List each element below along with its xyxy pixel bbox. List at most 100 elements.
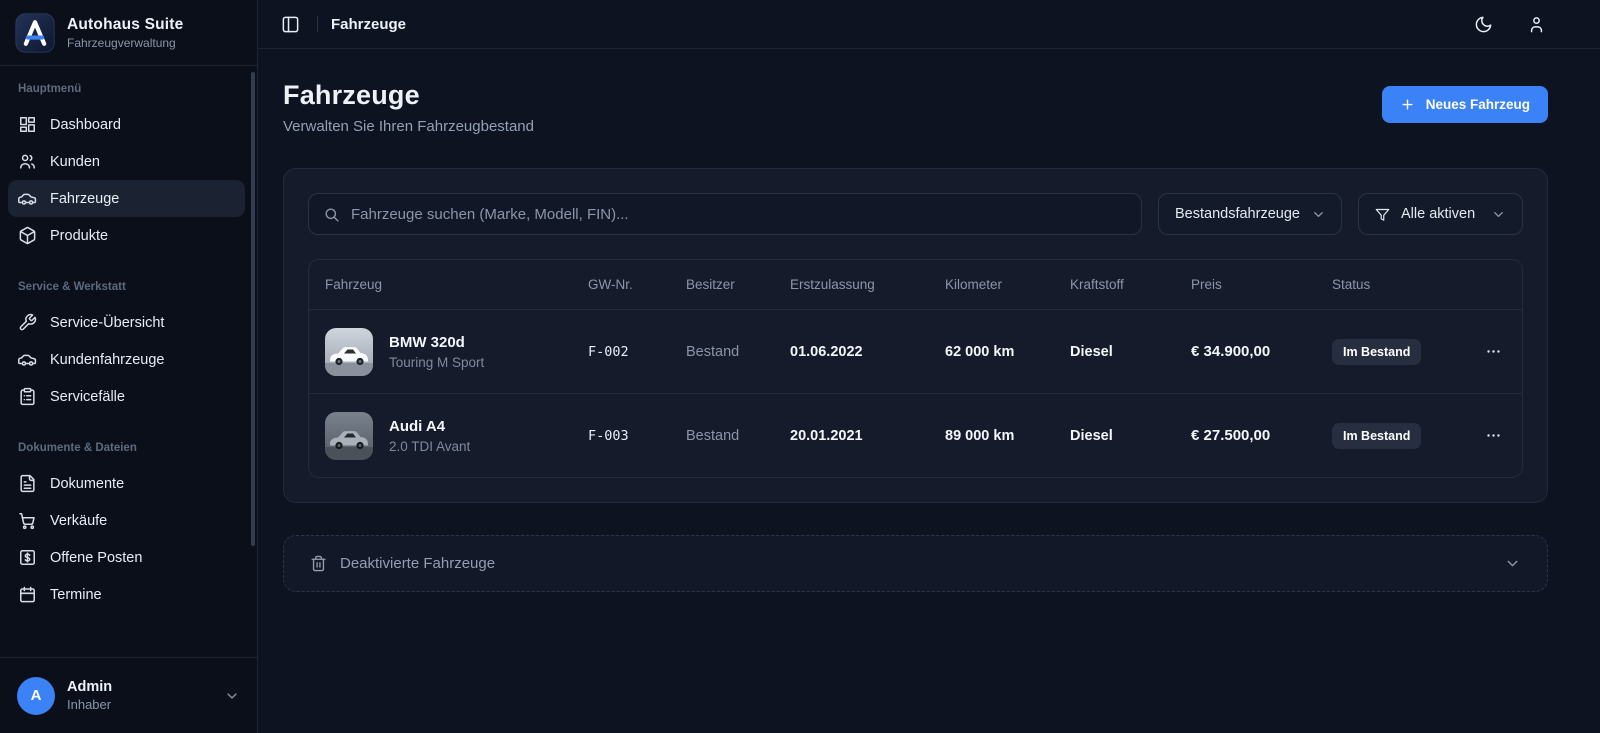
table-row[interactable]: BMW 320d Touring M Sport F-002 Bestand 0… [309,309,1522,393]
sidebar-item-label: Produkte [50,228,108,244]
column-header-status: Status [1332,277,1468,292]
sidebar-item-label: Kunden [50,154,100,170]
vehicle-cell: Audi A4 2.0 TDI Avant [325,412,588,460]
app-logo-icon [15,13,55,53]
sidebar-scrollbar[interactable] [251,72,255,546]
invoice-icon [18,548,37,567]
vehicle-thumbnail [325,328,373,376]
cell-erstzulassung: 01.06.2022 [790,344,945,360]
cell-kraftstoff: Diesel [1070,344,1191,360]
nav-section-label: Dokumente & Dateien [8,442,245,454]
sidebar-item-verkaeufe[interactable]: Verkäufe [8,502,245,539]
filter-bar: Bestandsfahrzeuge Alle aktiven [308,193,1523,235]
new-vehicle-button-label: Neues Fahrzeug [1426,97,1530,112]
search-box [308,193,1142,235]
dark-mode-toggle-button[interactable] [1470,11,1497,38]
panel-left-icon [281,15,300,34]
sidebar-toggle-button[interactable] [277,11,304,38]
cell-kilometer: 62 000 km [945,344,1070,360]
column-header-erstzulassung: Erstzulassung [790,277,945,292]
cart-icon [18,511,37,530]
topbar-divider [317,16,318,32]
sidebar: Autohaus Suite Fahrzeugverwaltung Hauptm… [0,0,258,733]
users-icon [18,152,37,171]
chevron-down-icon [1491,207,1506,222]
page-header-text: Fahrzeuge Verwalten Sie Ihren Fahrzeugbe… [283,80,534,135]
clipboard-icon [18,387,37,406]
sidebar-item-termine[interactable]: Termine [8,576,245,613]
cell-kraftstoff: Diesel [1070,428,1191,444]
user-name: Admin [67,679,112,695]
nav-section-service: Service & Werkstatt Service-Übersicht Ku… [8,281,245,415]
vehicle-variant: Touring M Sport [389,355,484,370]
row-actions-button[interactable] [1481,423,1506,448]
topbar: Fahrzeuge [258,0,1600,49]
chevron-down-icon [1504,555,1521,572]
search-input[interactable] [351,206,1127,223]
cell-erstzulassung: 20.01.2021 [790,428,945,444]
nav-section-label: Service & Werkstatt [8,281,245,293]
user-icon [1527,15,1546,34]
row-actions-button[interactable] [1481,339,1506,364]
topbar-actions [1470,11,1550,38]
plus-icon [1400,97,1415,112]
sidebar-item-fahrzeuge[interactable]: Fahrzeuge [8,180,245,217]
vehicle-cell: BMW 320d Touring M Sport [325,328,588,376]
ellipsis-icon [1485,343,1502,360]
table-row[interactable]: Audi A4 2.0 TDI Avant F-003 Bestand 20.0… [309,393,1522,477]
sidebar-item-label: Dashboard [50,117,121,133]
dashboard-icon [18,115,37,134]
brand-text: Autohaus Suite Fahrzeugverwaltung [67,16,183,50]
avatar: A [17,677,55,715]
new-vehicle-button[interactable]: Neues Fahrzeug [1382,86,1548,123]
topbar-title: Fahrzeuge [331,16,406,33]
sidebar-item-label: Dokumente [50,476,124,492]
column-header-fahrzeug: Fahrzeug [325,277,588,292]
ellipsis-icon [1485,427,1502,444]
nav-section-label: Hauptmenü [8,83,245,95]
sidebar-item-kundenfahrzeuge[interactable]: Kundenfahrzeuge [8,341,245,378]
page-subtitle: Verwalten Sie Ihren Fahrzeugbestand [283,118,534,135]
sidebar-item-service-uebersicht[interactable]: Service-Übersicht [8,304,245,341]
nav-section-hauptmenu: Hauptmenü Dashboard Kunden [8,83,245,254]
sidebar-nav: Hauptmenü Dashboard Kunden [0,66,257,657]
sidebar-item-servicefaelle[interactable]: Servicefälle [8,378,245,415]
deactivated-vehicles-panel[interactable]: Deaktivierte Fahrzeuge [283,535,1548,592]
vehicle-type-dropdown[interactable]: Bestandsfahrzeuge [1158,193,1342,235]
column-header-kilometer: Kilometer [945,277,1070,292]
sidebar-item-dokumente[interactable]: Dokumente [8,465,245,502]
vehicles-card: Bestandsfahrzeuge Alle aktiven [283,168,1548,503]
cell-besitzer: Bestand [686,344,790,360]
cell-besitzer: Bestand [686,428,790,444]
filter-icon [1375,207,1390,222]
chevron-down-icon [224,688,240,704]
main-area: Fahrzeuge Fahrzeuge Verwalten Si [258,0,1600,733]
brand-title: Autohaus Suite [67,16,183,34]
document-icon [18,474,37,493]
nav-section-dokumente: Dokumente & Dateien Dokumente Verkäufe [8,442,245,613]
user-menu[interactable]: A Admin Inhaber [0,657,257,733]
app-window: Autohaus Suite Fahrzeugverwaltung Hauptm… [0,0,1600,733]
sidebar-item-kunden[interactable]: Kunden [8,143,245,180]
status-filter-dropdown-value: Alle aktiven [1401,206,1475,222]
account-button[interactable] [1523,11,1550,38]
page-content: Fahrzeuge Verwalten Sie Ihren Fahrzeugbe… [258,49,1600,733]
sidebar-item-label: Verkäufe [50,513,107,529]
sidebar-item-label: Kundenfahrzeuge [50,352,165,368]
sidebar-item-produkte[interactable]: Produkte [8,217,245,254]
car-icon [18,350,37,369]
cell-preis: € 27.500,00 [1191,427,1332,444]
status-filter-dropdown[interactable]: Alle aktiven [1358,193,1523,235]
search-icon [323,206,340,223]
calendar-icon [18,585,37,604]
user-info: Admin Inhaber [67,679,112,712]
sidebar-item-dashboard[interactable]: Dashboard [8,106,245,143]
status-badge: Im Bestand [1332,339,1421,365]
cell-gw-nr: F-002 [588,344,686,360]
vehicle-text: BMW 320d Touring M Sport [389,334,484,370]
sidebar-item-offene-posten[interactable]: Offene Posten [8,539,245,576]
column-header-gw-nr: GW-Nr. [588,277,686,292]
vehicle-text: Audi A4 2.0 TDI Avant [389,418,470,454]
car-icon [18,189,37,208]
column-header-preis: Preis [1191,277,1332,292]
